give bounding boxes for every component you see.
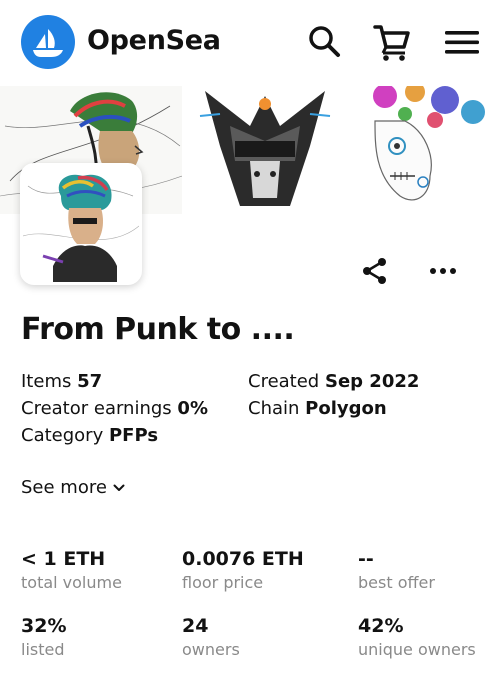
items-value: 57 [77,371,103,392]
see-more-label: See more [21,477,107,498]
earnings-value: 0% [177,398,208,419]
stat-value-owners: 24 [182,615,209,637]
stat-label-unique-owners: unique owners [358,640,476,659]
detail-category: Category PFPs [21,425,158,446]
detail-creator-earnings: Creator earnings 0% [21,398,208,419]
menu-icon[interactable] [443,22,483,62]
detail-items: Items 57 [21,371,102,392]
cart-icon[interactable] [372,22,412,62]
banner-art-2 [195,86,335,214]
brand-name[interactable]: OpenSea [87,25,221,56]
stat-label-total-volume: total volume [21,573,122,592]
share-icon[interactable] [359,255,391,287]
earnings-label: Creator earnings [21,398,172,419]
created-value: Sep 2022 [324,371,420,392]
category-value[interactable]: PFPs [109,425,158,446]
collection-avatar [20,163,142,285]
stat-value-best-offer: -- [358,548,374,570]
chain-label: Chain [248,398,300,419]
stat-label-listed: listed [21,640,65,659]
collection-title: From Punk to .... [21,312,295,347]
stat-value-listed: 32% [21,615,67,637]
avatar-art [23,166,139,282]
banner-art-3 [345,86,497,214]
stat-value-floor-price: 0.0076 ETH [182,548,304,570]
chain-value[interactable]: Polygon [305,398,387,419]
stat-label-floor-price: floor price [182,573,264,592]
search-icon[interactable] [305,22,345,62]
created-label: Created [248,371,320,392]
category-label: Category [21,425,104,446]
detail-chain: Chain Polygon [248,398,387,419]
stat-label-owners: owners [182,640,240,659]
more-options-icon[interactable] [427,255,459,287]
items-label: Items [21,371,72,392]
stat-label-best-offer: best offer [358,573,435,592]
detail-created: Created Sep 2022 [248,371,419,392]
stat-value-total-volume: < 1 ETH [21,548,106,570]
opensea-logo-icon[interactable] [21,15,75,69]
top-nav: OpenSea [0,0,497,86]
see-more-button[interactable]: See more [21,477,125,498]
chevron-down-icon [113,484,125,491]
stat-value-unique-owners: 42% [358,615,404,637]
